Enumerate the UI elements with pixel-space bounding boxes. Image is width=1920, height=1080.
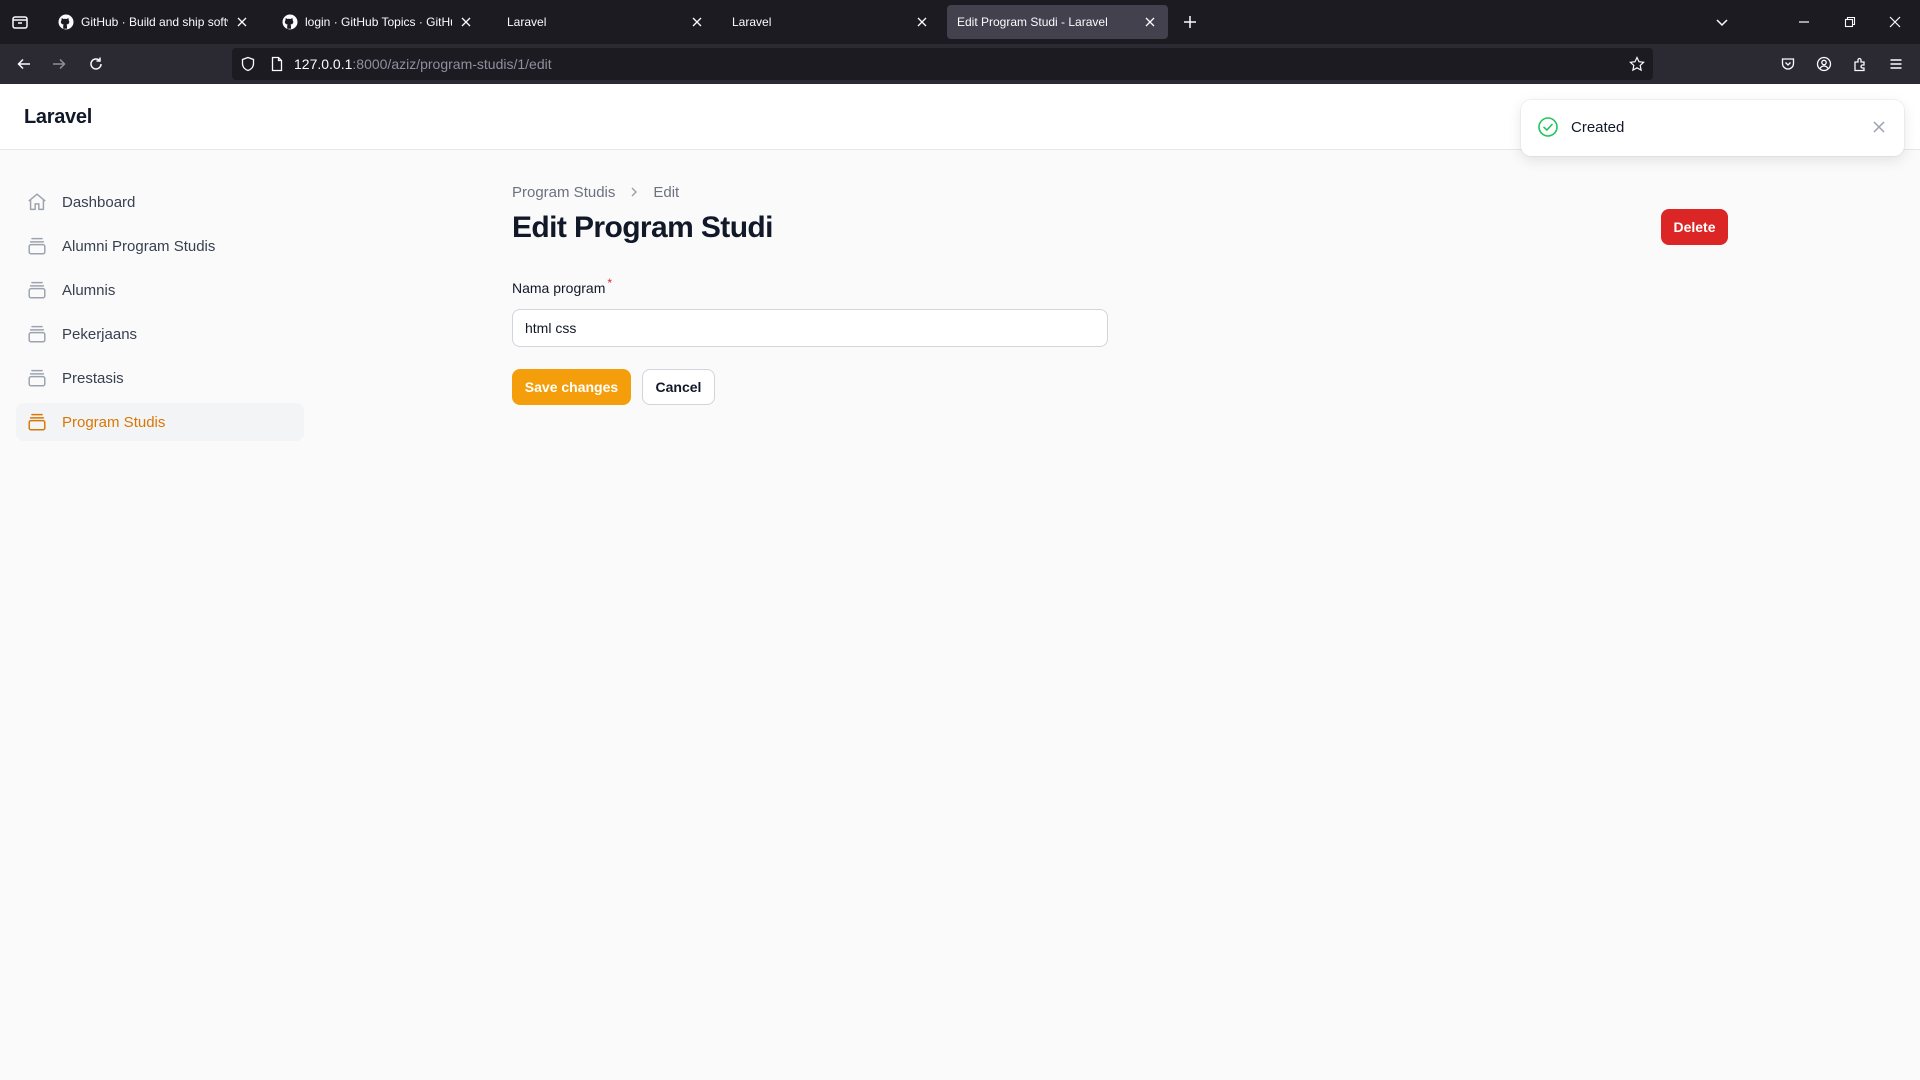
save-changes-button[interactable]: Save changes	[512, 369, 631, 405]
rectangle-stack-icon	[28, 237, 46, 255]
rectangle-stack-icon	[28, 413, 46, 431]
rectangle-stack-icon	[28, 325, 46, 343]
delete-button[interactable]: Delete	[1661, 209, 1728, 245]
url-text[interactable]: 127.0.0.1:8000/aziz/program-studis/1/edi…	[294, 48, 552, 80]
tab-title: login · GitHub Topics · GitHub	[305, 15, 452, 29]
restore-icon[interactable]	[1840, 12, 1860, 32]
close-tab-icon[interactable]	[458, 14, 474, 30]
address-bar[interactable]: 127.0.0.1:8000/aziz/program-studis/1/edi…	[232, 48, 1653, 80]
close-window-icon[interactable]	[1885, 12, 1905, 32]
chevron-down-icon[interactable]	[1712, 12, 1732, 32]
sidebar-item-label: Prestasis	[62, 369, 124, 387]
sidebar-item-label: Alumnis	[62, 281, 116, 299]
sidebar-item-dashboard[interactable]: Dashboard	[16, 183, 304, 221]
brand-logo[interactable]: Laravel	[24, 106, 92, 129]
cancel-button[interactable]: Cancel	[642, 369, 715, 405]
sidebar-item-label: Pekerjaans	[62, 325, 138, 343]
star-icon[interactable]	[1629, 56, 1645, 72]
page-icon[interactable]	[269, 56, 285, 72]
sidebar-item-program-studis[interactable]: Program Studis	[16, 403, 304, 441]
sidebar: Dashboard Alumni Program Studis Alumnis …	[16, 183, 304, 447]
rectangle-stack-icon	[28, 369, 46, 387]
breadcrumb: Program Studis Edit	[512, 183, 1728, 201]
tab-title: Laravel	[507, 15, 547, 29]
github-icon	[282, 14, 298, 30]
tab-title: GitHub · Build and ship software	[81, 15, 228, 29]
browser-tab[interactable]: GitHub · Build and ship software	[48, 5, 260, 39]
tab-title: Laravel	[732, 15, 772, 29]
close-tab-icon[interactable]	[1142, 14, 1158, 30]
sidebar-item-label: Alumni Program Studis	[62, 237, 216, 255]
close-icon[interactable]	[1870, 118, 1888, 136]
browser-nav-bar: 127.0.0.1:8000/aziz/program-studis/1/edi…	[0, 44, 1920, 84]
close-tab-icon[interactable]	[689, 14, 705, 30]
sidebar-item-alumnis[interactable]: Alumnis	[16, 271, 304, 309]
browser-tab[interactable]: login · GitHub Topics · GitHub	[272, 5, 484, 39]
close-tab-icon[interactable]	[234, 14, 250, 30]
forward-arrow-icon[interactable]	[47, 52, 71, 76]
url-host: 127.0.0.1	[294, 56, 353, 72]
required-marker: *	[607, 276, 613, 290]
sidebar-item-label: Program Studis	[62, 413, 166, 431]
pocket-icon[interactable]	[1776, 52, 1800, 76]
nama-program-label: Nama program *	[512, 276, 612, 296]
minimize-icon[interactable]	[1794, 12, 1814, 32]
browser-tab[interactable]: Laravel	[722, 5, 940, 39]
account-icon[interactable]	[1812, 52, 1836, 76]
browser-tab-bar: GitHub · Build and ship software login ·…	[0, 0, 1920, 44]
sidebar-item-pekerjaans[interactable]: Pekerjaans	[16, 315, 304, 353]
browser-tab-active[interactable]: Edit Program Studi - Laravel	[947, 5, 1168, 39]
sidebar-item-prestasis[interactable]: Prestasis	[16, 359, 304, 397]
reload-icon[interactable]	[84, 52, 108, 76]
home-icon	[28, 193, 46, 211]
page-title: Edit Program Studi	[512, 211, 773, 244]
sidebar-item-alumni-program-studis[interactable]: Alumni Program Studis	[16, 227, 304, 265]
breadcrumb-link[interactable]: Program Studis	[512, 184, 615, 201]
browser-tab[interactable]: Laravel	[497, 5, 715, 39]
rectangle-stack-icon	[28, 281, 46, 299]
menu-icon[interactable]	[1884, 52, 1908, 76]
sidebar-item-label: Dashboard	[62, 193, 136, 211]
nama-program-input[interactable]	[512, 309, 1108, 347]
back-arrow-icon[interactable]	[12, 52, 36, 76]
new-tab-icon[interactable]	[1180, 12, 1200, 32]
url-path: :8000/aziz/program-studis/1/edit	[352, 56, 552, 72]
field-label-text: Nama program	[512, 280, 606, 296]
shield-icon[interactable]	[240, 56, 256, 72]
tab-title: Edit Program Studi - Laravel	[957, 15, 1108, 29]
github-icon	[58, 14, 74, 30]
check-circle-icon	[1537, 116, 1559, 138]
close-tab-icon[interactable]	[914, 14, 930, 30]
breadcrumb-current: Edit	[653, 183, 680, 201]
list-all-tabs-icon[interactable]	[10, 12, 30, 32]
chevron-right-icon	[631, 187, 638, 197]
notification-toast: Created	[1521, 100, 1904, 156]
extensions-icon[interactable]	[1848, 52, 1872, 76]
main-content: Program Studis Edit Edit Program Studi D…	[512, 183, 1728, 405]
toast-message: Created	[1571, 119, 1625, 136]
